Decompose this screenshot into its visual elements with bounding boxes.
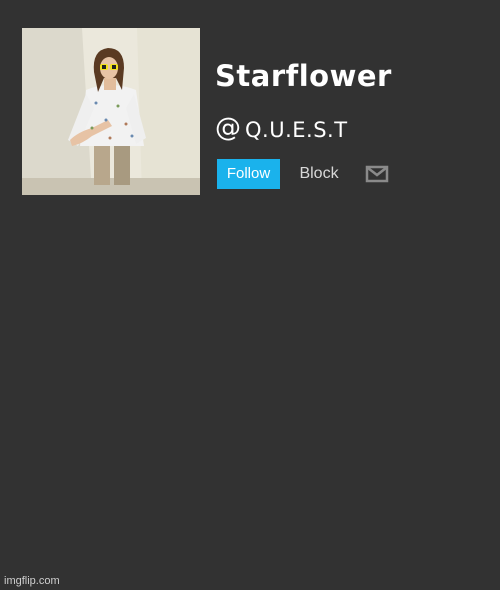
username-handle: @ Q.U.E.S.T [215,110,348,146]
display-name: Starflower [215,59,392,93]
avatar-photo [22,28,200,195]
block-button[interactable]: Block [290,159,348,189]
profile-card: Starflower @ Q.U.E.S.T Follow Block imgf… [0,0,500,590]
envelope-icon [365,165,389,183]
message-button[interactable] [364,163,390,185]
profile-avatar[interactable] [22,28,200,195]
at-sign: @ [215,113,241,143]
handle-text: Q.U.E.S.T [245,118,348,142]
imgflip-watermark: imgflip.com [4,575,60,587]
follow-button[interactable]: Follow [217,159,280,189]
